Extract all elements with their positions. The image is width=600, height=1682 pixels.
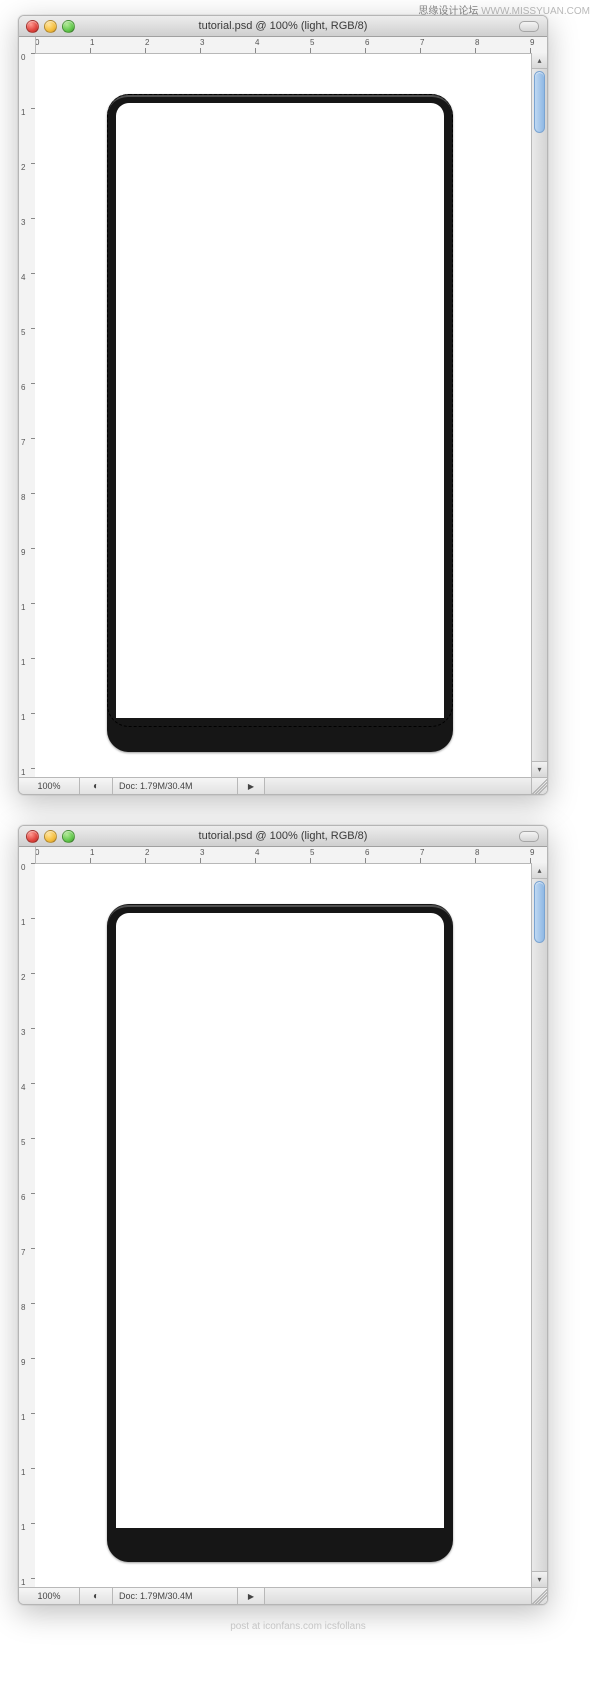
ruler-vertical[interactable]: 0 1 2 3 4 5 6 7 8 9 1 1 1 1 <box>19 863 36 1587</box>
ruler-tick: 3 <box>21 1028 25 1037</box>
ruler-vertical[interactable]: 0 1 2 3 4 5 6 7 8 9 1 1 1 1 <box>19 53 36 777</box>
toolbar-toggle-button[interactable] <box>519 21 539 32</box>
statusbar-menu-icon[interactable]: ▶ <box>238 778 265 794</box>
device-frame-shape[interactable] <box>107 94 453 752</box>
ruler-origin[interactable] <box>19 37 36 53</box>
scroll-up-icon[interactable]: ▴ <box>532 863 547 879</box>
ruler-tick: 4 <box>21 1083 25 1092</box>
canvas[interactable] <box>35 54 547 794</box>
ruler-tick: 7 <box>21 1248 25 1257</box>
ruler-tick: 8 <box>21 493 25 502</box>
scroll-thumb[interactable] <box>534 71 545 133</box>
ruler-tick: 1 <box>21 713 25 722</box>
toolbar-toggle-button[interactable] <box>519 831 539 842</box>
ruler-tick: 1 <box>21 1523 25 1532</box>
ruler-tick: 1 <box>21 1578 25 1587</box>
ruler-tick: 4 <box>255 38 259 47</box>
ruler-tick: 1 <box>21 1413 25 1422</box>
doc-size-label[interactable]: Doc: 1.79M/30.4M <box>113 778 238 794</box>
ruler-tick: 0 <box>21 863 25 872</box>
ruler-tick: 2 <box>21 973 25 982</box>
ruler-tick: 9 <box>530 38 534 47</box>
canvas[interactable] <box>35 864 547 1604</box>
zoom-icon[interactable] <box>62 20 75 33</box>
ruler-tick: 1 <box>21 918 25 927</box>
ruler-tick: 1 <box>90 38 94 47</box>
ruler-tick: 7 <box>420 848 424 857</box>
resize-grip-icon[interactable] <box>531 778 547 794</box>
ruler-tick: 5 <box>21 1138 25 1147</box>
close-icon[interactable] <box>26 20 39 33</box>
ruler-tick: 9 <box>21 548 25 557</box>
exposure-icon[interactable]: ◐ <box>80 778 113 794</box>
ruler-tick: 2 <box>21 163 25 172</box>
ruler-tick: 6 <box>365 38 369 47</box>
exposure-icon[interactable]: ◐ <box>80 1588 113 1604</box>
window-title: tutorial.psd @ 100% (light, RGB/8) <box>19 20 547 32</box>
ruler-tick: 5 <box>310 38 314 47</box>
ruler-tick: 6 <box>21 383 25 392</box>
ruler-tick: 8 <box>475 848 479 857</box>
document-window-b: tutorial.psd @ 100% (light, RGB/8) 0 1 2 3 4… <box>18 825 548 1605</box>
device-frame-shape[interactable] <box>107 904 453 1562</box>
ruler-tick: 7 <box>420 38 424 47</box>
scroll-thumb[interactable] <box>534 881 545 943</box>
resize-grip-icon[interactable] <box>531 1588 547 1604</box>
ruler-tick: 5 <box>21 328 25 337</box>
ruler-tick: 7 <box>21 438 25 447</box>
footer-watermark: post at iconfans.com icsfollans <box>18 1621 578 1632</box>
traffic-lights <box>26 20 75 33</box>
status-bar: 100% ◐ Doc: 1.79M/30.4M ▶ <box>19 1587 547 1604</box>
minimize-icon[interactable] <box>44 20 57 33</box>
ruler-tick: 6 <box>21 1193 25 1202</box>
ruler-tick: 3 <box>200 38 204 47</box>
scrollbar-vertical[interactable]: ▴ ▾ <box>531 863 547 1587</box>
zoom-level[interactable]: 100% <box>19 1588 80 1604</box>
ruler-tick: 1 <box>21 108 25 117</box>
ruler-tick: 4 <box>255 848 259 857</box>
scroll-up-icon[interactable]: ▴ <box>532 53 547 69</box>
ruler-tick: 1 <box>21 658 25 667</box>
scrollbar-vertical[interactable]: ▴ ▾ <box>531 53 547 777</box>
ruler-tick: 8 <box>21 1303 25 1312</box>
ruler-horizontal[interactable]: 0123456789 <box>19 847 547 864</box>
scroll-down-icon[interactable]: ▾ <box>532 761 547 777</box>
ruler-tick: 1 <box>90 848 94 857</box>
status-bar: 100% ◐ Doc: 1.79M/30.4M ▶ <box>19 777 547 794</box>
window-title: tutorial.psd @ 100% (light, RGB/8) <box>19 830 547 842</box>
ruler-tick: 4 <box>21 273 25 282</box>
zoom-level[interactable]: 100% <box>19 778 80 794</box>
ruler-tick: 2 <box>145 848 149 857</box>
ruler-origin[interactable] <box>19 847 36 863</box>
ruler-tick: 3 <box>21 218 25 227</box>
ruler-tick: 2 <box>145 38 149 47</box>
ruler-tick: 3 <box>200 848 204 857</box>
ruler-tick: 5 <box>310 848 314 857</box>
scroll-down-icon[interactable]: ▾ <box>532 1571 547 1587</box>
titlebar[interactable]: tutorial.psd @ 100% (light, RGB/8) <box>19 826 547 847</box>
ruler-tick: 1 <box>21 768 25 777</box>
ruler-tick: 1 <box>21 603 25 612</box>
ruler-tick: 8 <box>475 38 479 47</box>
doc-size-label[interactable]: Doc: 1.79M/30.4M <box>113 1588 238 1604</box>
ruler-tick: 9 <box>530 848 534 857</box>
minimize-icon[interactable] <box>44 830 57 843</box>
document-window-a: tutorial.psd @ 100% (light, RGB/8) 0 1 2 3 4… <box>18 15 548 795</box>
ruler-tick: 9 <box>21 1358 25 1367</box>
ruler-horizontal[interactable]: 0123456789 <box>19 37 547 54</box>
zoom-icon[interactable] <box>62 830 75 843</box>
titlebar[interactable]: tutorial.psd @ 100% (light, RGB/8) <box>19 16 547 37</box>
statusbar-menu-icon[interactable]: ▶ <box>238 1588 265 1604</box>
ruler-tick: 0 <box>21 53 25 62</box>
close-icon[interactable] <box>26 830 39 843</box>
traffic-lights <box>26 830 75 843</box>
ruler-tick: 1 <box>21 1468 25 1477</box>
ruler-tick: 6 <box>365 848 369 857</box>
